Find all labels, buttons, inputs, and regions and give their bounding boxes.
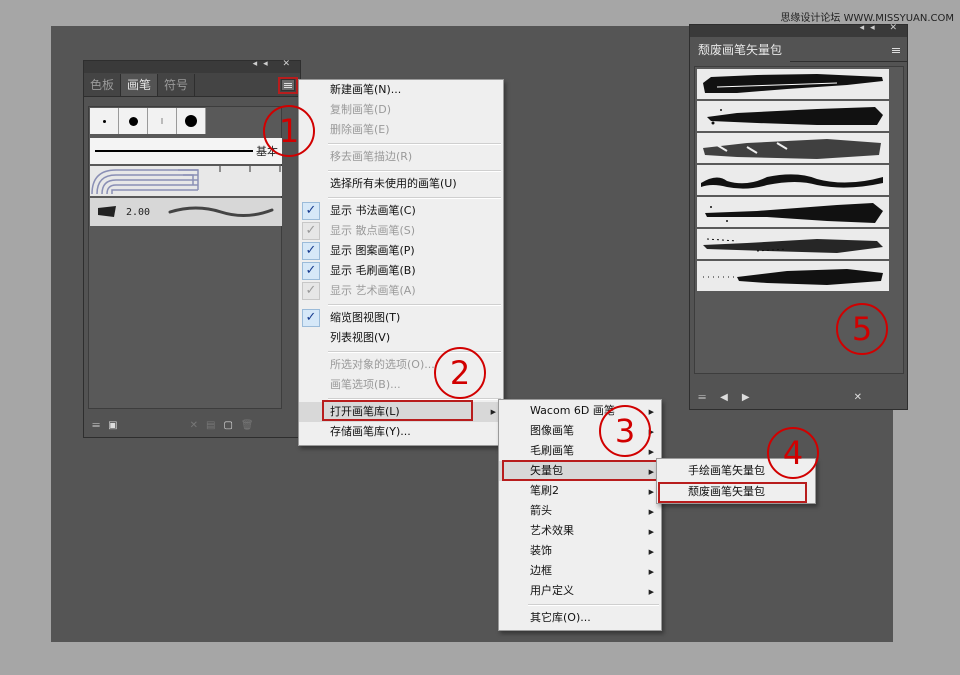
- bristle-brush-row[interactable]: 2.00: [90, 198, 282, 226]
- watermark: 思缘设计论坛 WWW.MISSYUAN.COM: [780, 13, 954, 24]
- tab-brushes[interactable]: 画笔: [121, 74, 159, 96]
- pattern-brush-preview: [91, 166, 281, 195]
- library-panel-icon[interactable]: ▣: [108, 420, 117, 431]
- basic-brush-row[interactable]: 基本: [90, 138, 282, 164]
- grunge-stroke-2[interactable]: [697, 101, 889, 131]
- annotation-2: 2: [434, 347, 486, 399]
- bristle-brush-icon: [98, 206, 116, 217]
- menu-show-pattern[interactable]: 显示 图案画笔(P): [299, 241, 503, 261]
- library-borders[interactable]: 边框: [499, 561, 661, 581]
- menu-separator: [328, 304, 501, 306]
- brush-library-icon[interactable]: 𝍢: [698, 389, 706, 406]
- submenu-arrow-icon: ▶: [648, 528, 654, 536]
- brush-dot-large[interactable]: [177, 108, 206, 134]
- brush-list: 基本 2.00: [88, 106, 282, 409]
- brush-dot-medium[interactable]: [119, 108, 148, 134]
- submenu-arrow-icon: ▶: [648, 488, 654, 496]
- arrow-right-icon[interactable]: ▶: [742, 392, 750, 403]
- menu-remove-stroke[interactable]: 移去画笔描边(R): [299, 147, 503, 167]
- submenu-arrow-icon: ▶: [648, 408, 654, 416]
- library-brush2[interactable]: 笔刷2: [499, 481, 661, 501]
- menu-show-calligraphic[interactable]: 显示 书法画笔(C): [299, 201, 503, 221]
- submenu-arrow-icon: ▶: [490, 408, 496, 416]
- delete-icon[interactable]: 🗑: [241, 420, 254, 431]
- menu-duplicate-brush[interactable]: 复制画笔(D): [299, 100, 503, 120]
- collapse-close-icons[interactable]: ◂◂ ✕: [253, 59, 296, 69]
- pattern-brush-row[interactable]: [90, 166, 282, 196]
- grunge-stroke-7[interactable]: [697, 261, 889, 291]
- menu-show-bristle[interactable]: 显示 毛刷画笔(B): [299, 261, 503, 281]
- grunge-stroke-4[interactable]: [697, 165, 889, 195]
- submenu-arrow-icon: ▶: [648, 548, 654, 556]
- annotation-5: 5: [836, 303, 888, 355]
- panel-bottom-bar: 𝍢 ▣ ✕ ▤ ▢ 🗑: [84, 413, 300, 437]
- new-brush-icon[interactable]: ▢: [223, 420, 232, 431]
- menu-save-brush-library[interactable]: 存储画笔库(Y)...: [299, 422, 503, 442]
- menu-separator: [328, 170, 501, 172]
- vector-panel-header: 颓废画笔矢量包: [690, 37, 907, 62]
- grunge-pack-highlight: [658, 482, 807, 503]
- menu-show-art[interactable]: 显示 艺术画笔(A): [299, 281, 503, 301]
- library-decorative[interactable]: 装饰: [499, 541, 661, 561]
- grunge-stroke-3[interactable]: [697, 133, 889, 163]
- menu-separator: [328, 143, 501, 145]
- brush-dot-small[interactable]: [90, 108, 119, 134]
- brush-dot-faint[interactable]: [148, 108, 177, 134]
- submenu-arrow-icon: ▶: [648, 448, 654, 456]
- tab-symbols[interactable]: 符号: [158, 74, 196, 96]
- brush-library-icon[interactable]: 𝍢: [92, 417, 100, 434]
- submenu-arrow-icon: ▶: [648, 588, 654, 596]
- menu-separator: [528, 604, 659, 606]
- library-other[interactable]: 其它库(O)...: [499, 608, 661, 628]
- tab-swatches[interactable]: 色板: [84, 74, 122, 96]
- panel-topbar[interactable]: ◂◂ ✕: [84, 59, 300, 73]
- remove-icon[interactable]: ✕: [854, 392, 862, 403]
- menu-thumbnail-view[interactable]: 缩览图视图(T): [299, 308, 503, 328]
- open-library-highlight: [322, 400, 473, 421]
- bristle-stroke-preview: [168, 206, 274, 217]
- arrow-left-icon[interactable]: ◀: [720, 392, 728, 403]
- grunge-stroke-6[interactable]: [697, 229, 889, 259]
- menu-new-brush[interactable]: 新建画笔(N)...: [299, 80, 503, 100]
- grunge-vector-panel: ◂◂ ✕ 颓废画笔矢量包 𝍢 ◀ ▶ ✕: [689, 23, 908, 410]
- menu-select-unused[interactable]: 选择所有未使用的画笔(U): [299, 174, 503, 194]
- vector-panel-bottom-bar: 𝍢 ◀ ▶ ✕: [690, 385, 907, 409]
- panel-tabs: 色板 画笔 符号: [84, 73, 300, 97]
- panel-menu-button[interactable]: [889, 44, 903, 56]
- calligraphic-brushes-row: [90, 108, 206, 134]
- workspace: ◂◂ ✕ 色板 画笔 符号 基本 2.00 𝍢 ▣ ✕ ▤ ▢ 🗑 新建画笔(N…: [51, 23, 908, 642]
- menu-delete-brush[interactable]: 删除画笔(E): [299, 120, 503, 140]
- menu-button-highlight: [278, 77, 298, 94]
- vector-pack-highlight: [502, 460, 658, 481]
- menu-show-scatter[interactable]: 显示 散点画笔(S): [299, 221, 503, 241]
- submenu-arrow-icon: ▶: [648, 568, 654, 576]
- annotation-3: 3: [599, 405, 651, 457]
- vector-panel-title[interactable]: 颓废画笔矢量包: [690, 39, 791, 62]
- menu-list-view[interactable]: 列表视图(V): [299, 328, 503, 348]
- submenu-arrow-icon: ▶: [648, 508, 654, 516]
- annotation-4: 4: [767, 427, 819, 479]
- annotation-1: 1: [263, 105, 315, 157]
- library-user-defined[interactable]: 用户定义: [499, 581, 661, 601]
- collapse-close-icons[interactable]: ◂◂ ✕: [860, 23, 903, 33]
- menu-separator: [328, 197, 501, 199]
- panel-topbar[interactable]: ◂◂ ✕: [690, 23, 907, 37]
- bristle-brush-size: 2.00: [126, 206, 151, 218]
- grunge-stroke-1[interactable]: [697, 69, 889, 99]
- library-artistic[interactable]: 艺术效果: [499, 521, 661, 541]
- options-icon[interactable]: ▤: [206, 420, 215, 431]
- grunge-stroke-5[interactable]: [697, 197, 889, 227]
- remove-stroke-icon[interactable]: ✕: [190, 420, 198, 431]
- library-arrows[interactable]: 箭头: [499, 501, 661, 521]
